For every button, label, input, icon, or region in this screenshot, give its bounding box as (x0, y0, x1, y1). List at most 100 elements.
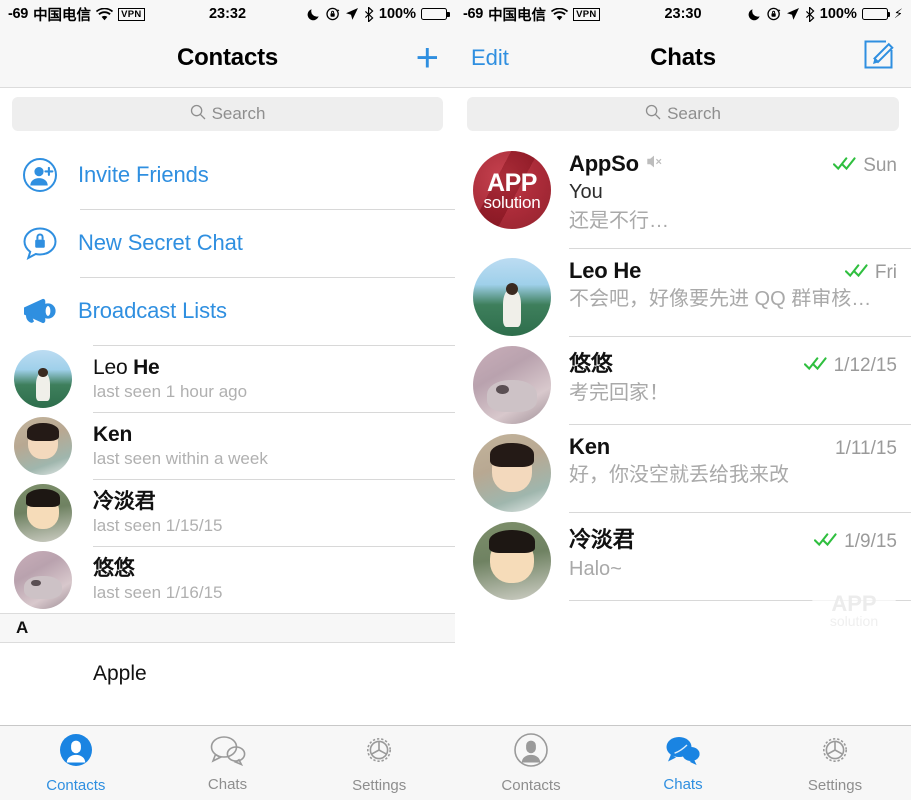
status-bar-left: -69 中国电信 VPN 23:32 (0, 0, 455, 28)
tab-settings[interactable]: Settings (303, 733, 455, 794)
contact-status: last seen within a week (93, 448, 268, 470)
contact-text: Ken last seen within a week (93, 422, 268, 470)
bluetooth-icon (364, 7, 374, 22)
compose-icon[interactable] (861, 38, 895, 77)
search-input[interactable]: Search (12, 97, 443, 131)
chat-meta: Fri (845, 262, 897, 284)
chat-row[interactable]: Leo He Fri 不会吧，好像要先进 QQ 群审核… (455, 248, 911, 336)
contact-status: last seen 1 hour ago (93, 381, 247, 403)
chat-header: Leo He Fri (569, 258, 897, 284)
tab-bar-left: Contacts Chats Settings (0, 725, 455, 800)
chats-list: APP solution AppSo Sun (455, 141, 911, 601)
chat-row[interactable]: 悠悠 1/12/15 考完回家！ (455, 336, 911, 424)
compose-button[interactable] (861, 38, 895, 77)
contact-row[interactable]: 悠悠 last seen 1/16/15 (0, 546, 455, 613)
watermark-line2: solution (830, 614, 878, 628)
chat-body: 悠悠 1/12/15 考完回家！ (569, 346, 897, 424)
chat-time: 1/12/15 (834, 355, 897, 377)
chat-row[interactable]: APP solution AppSo Sun (455, 141, 911, 248)
search-placeholder: Search (212, 104, 266, 124)
vpn-badge: VPN (573, 8, 599, 21)
avatar: APP solution (473, 151, 551, 229)
chat-meta: Sun (833, 155, 897, 177)
location-arrow-icon (786, 7, 800, 21)
chat-time: 1/9/15 (844, 531, 897, 553)
add-contact-button[interactable]: + (416, 43, 439, 73)
chat-name: AppSo (569, 151, 639, 177)
contact-text: Leo He last seen 1 hour ago (93, 355, 247, 403)
contacts-list: Invite Friends New Secret Chat Broadcast… (0, 141, 455, 705)
vpn-badge: VPN (118, 8, 144, 21)
plus-icon[interactable]: + (416, 43, 439, 73)
battery-full-icon (421, 8, 447, 20)
battery-charging-icon (862, 8, 888, 20)
tab-bar-right: Contacts Chats Settings (455, 725, 911, 800)
contact-name: Ken (93, 422, 268, 447)
tab-settings-label: Settings (808, 777, 862, 794)
chat-row[interactable]: 冷淡君 1/9/15 Halo~ (455, 512, 911, 600)
status-bar-left-group: -69 中国电信 VPN (463, 4, 600, 25)
avatar (473, 434, 551, 512)
avatar (14, 551, 72, 609)
avatar-label-app: APP (487, 172, 537, 195)
search-input[interactable]: Search (467, 97, 899, 131)
contact-row[interactable]: Leo He last seen 1 hour ago (0, 345, 455, 412)
avatar (14, 484, 72, 542)
carrier-name: 中国电信 (488, 4, 546, 25)
chat-row[interactable]: Ken 1/11/15 好，你没空就丢给我来改 (455, 424, 911, 512)
search-container-left: Search (0, 88, 455, 141)
broadcast-lists-label: Broadcast Lists (78, 298, 227, 324)
status-bar-right: -69 中国电信 VPN 23:30 (455, 0, 911, 28)
contact-status: last seen 1/15/15 (93, 515, 222, 537)
tab-chats-label: Chats (208, 776, 247, 793)
broadcast-lists-row[interactable]: Broadcast Lists (0, 277, 455, 345)
tab-settings-label: Settings (352, 777, 406, 794)
invite-friends-row[interactable]: Invite Friends (0, 141, 455, 209)
chat-meta: 1/11/15 (835, 438, 897, 460)
chat-header: 冷淡君 1/9/15 (569, 522, 897, 554)
avatar (473, 346, 551, 424)
dual-phone-screenshot: -69 中国电信 VPN 23:32 (0, 0, 911, 800)
edit-button[interactable]: Edit (471, 45, 509, 71)
rotation-lock-icon (326, 7, 340, 21)
chat-name: 冷淡君 (569, 522, 634, 554)
gear-icon (362, 733, 396, 772)
avatar (14, 350, 72, 408)
contact-row[interactable]: Ken last seen within a week (0, 412, 455, 479)
gear-icon (818, 733, 852, 772)
contact-row[interactable]: 冷淡君 last seen 1/15/15 (0, 479, 455, 546)
megaphone-icon (16, 296, 64, 326)
avatar-label-solution: solution (484, 195, 541, 211)
tab-contacts[interactable]: Contacts (455, 733, 607, 794)
status-bar-left-group: -69 中国电信 VPN (8, 4, 145, 25)
chat-name: 悠悠 (569, 346, 613, 378)
chat-bubbles-icon (664, 734, 702, 771)
chat-time: 1/11/15 (835, 438, 897, 460)
wifi-icon (551, 8, 568, 21)
chat-sender: You (569, 179, 897, 206)
list-divider (569, 600, 911, 601)
tab-chats[interactable]: Chats (152, 734, 304, 793)
chat-preview: 考完回家！ (569, 379, 897, 408)
mute-speaker-icon (646, 154, 663, 174)
rotation-lock-icon (767, 7, 781, 21)
contact-text: 悠悠 last seen 1/16/15 (93, 556, 222, 604)
section-header: A (0, 613, 455, 643)
signal-strength: -69 (463, 6, 483, 22)
new-secret-chat-row[interactable]: New Secret Chat (0, 209, 455, 277)
avatar (473, 258, 551, 336)
phone-screen-contacts: -69 中国电信 VPN 23:32 (0, 0, 455, 800)
chat-meta: 1/12/15 (804, 355, 897, 377)
invite-friends-label: Invite Friends (78, 162, 209, 188)
chat-body: AppSo Sun You 还是不行… (569, 151, 897, 248)
contact-row-apple[interactable]: Apple (0, 643, 455, 705)
tab-settings[interactable]: Settings (759, 733, 911, 794)
avatar (14, 417, 72, 475)
contact-name: Leo He (93, 355, 247, 380)
chat-header: AppSo Sun (569, 151, 897, 177)
chat-header: Ken 1/11/15 (569, 434, 897, 460)
tab-contacts[interactable]: Contacts (0, 733, 152, 794)
tab-chats-label: Chats (663, 776, 702, 793)
location-arrow-icon (345, 7, 359, 21)
tab-chats[interactable]: Chats (607, 734, 759, 793)
